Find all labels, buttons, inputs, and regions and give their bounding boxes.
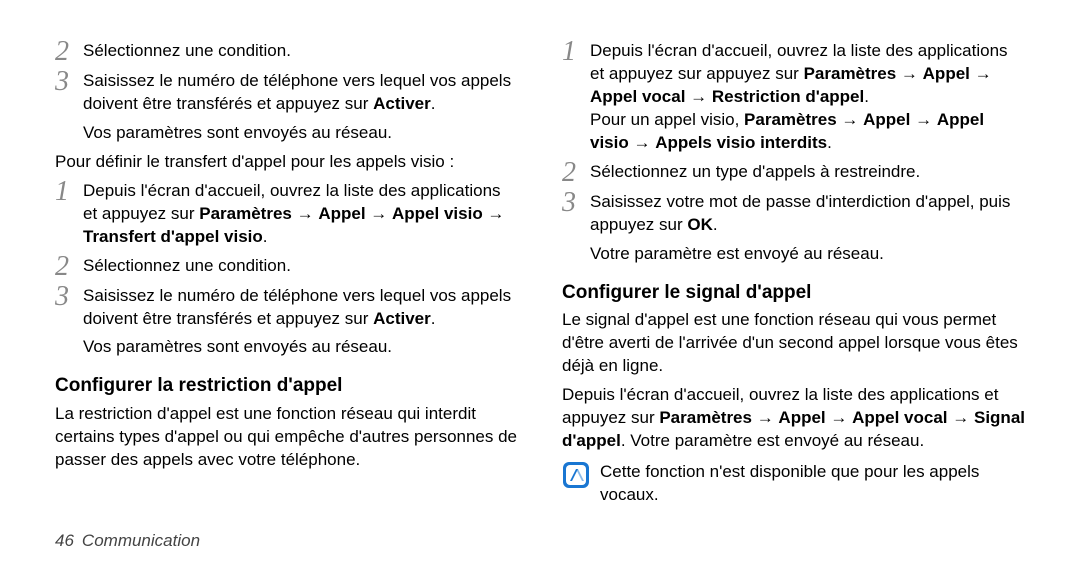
bold: Paramètres — [659, 408, 752, 427]
step-text: Sélectionnez un type d'appels à restrein… — [590, 161, 1025, 184]
paragraph: La restriction d'appel est une fonction … — [55, 403, 518, 472]
step-text: Sélectionnez une condition. — [83, 255, 518, 278]
bold: Appel — [923, 64, 970, 83]
step-text: Saisissez votre mot de passe d'interdict… — [590, 191, 1025, 237]
step-text: Depuis l'écran d'accueil, ouvrez la list… — [83, 180, 518, 249]
text: Pour un appel visio, — [590, 110, 744, 129]
arrow: → — [970, 64, 992, 83]
arrow: → — [629, 133, 655, 152]
step-number: 3 — [55, 285, 83, 309]
bold: Paramètres — [804, 64, 897, 83]
text: . — [864, 87, 869, 106]
bold: Restriction d'appel — [712, 87, 864, 106]
text: . — [827, 133, 832, 152]
step-number: 1 — [562, 40, 590, 64]
bold: Appel vocal — [590, 87, 685, 106]
text: . — [263, 227, 268, 246]
heading-restriction: Configurer la restriction d'appel — [55, 373, 518, 399]
heading-signal: Configurer le signal d'appel — [562, 280, 1025, 306]
bold: OK — [687, 215, 713, 234]
text: Saisissez le numéro de téléphone vers le… — [83, 286, 511, 328]
text: Saisissez le numéro de téléphone vers le… — [83, 71, 511, 113]
arrow: → — [752, 408, 778, 427]
step-number: 3 — [562, 191, 590, 215]
arrow: → — [948, 408, 974, 427]
arrow: → — [483, 204, 505, 223]
step-number: 2 — [55, 40, 83, 64]
footer: 46 Communication — [0, 530, 1080, 553]
page-number: 46 — [55, 530, 74, 553]
bold: Activer — [373, 94, 431, 113]
step-item: 2 Sélectionnez un type d'appels à restre… — [562, 161, 1025, 185]
arrow: → — [910, 110, 936, 129]
step-number: 1 — [55, 180, 83, 204]
step-result: Vos paramètres sont envoyés au réseau. — [83, 122, 518, 145]
text: . — [431, 309, 436, 328]
step-number: 2 — [562, 161, 590, 185]
step-item: 3 Saisissez le numéro de téléphone vers … — [55, 70, 518, 116]
step-text: Saisissez le numéro de téléphone vers le… — [83, 70, 518, 116]
step-item: 1 Depuis l'écran d'accueil, ouvrez la li… — [562, 40, 1025, 155]
text: . Votre paramètre est envoyé au réseau. — [621, 431, 924, 450]
step-result: Votre paramètre est envoyé au réseau. — [590, 243, 1025, 266]
step-text: Depuis l'écran d'accueil, ouvrez la list… — [590, 40, 1025, 155]
step-number: 2 — [55, 255, 83, 279]
bold: Transfert d'appel visio — [83, 227, 263, 246]
bold: Appel vocal — [852, 408, 947, 427]
section-name: Communication — [82, 530, 200, 553]
arrow: → — [366, 204, 392, 223]
bold: Appel — [863, 110, 910, 129]
left-column: 2 Sélectionnez une condition. 3 Saisisse… — [55, 40, 518, 520]
step-result: Vos paramètres sont envoyés au réseau. — [83, 336, 518, 359]
page-content: 2 Sélectionnez une condition. 3 Saisisse… — [0, 0, 1080, 530]
paragraph: Le signal d'appel est une fonction résea… — [562, 309, 1025, 378]
step-item: 1 Depuis l'écran d'accueil, ouvrez la li… — [55, 180, 518, 249]
text: . — [713, 215, 718, 234]
bold: Paramètres — [744, 110, 837, 129]
arrow: → — [685, 87, 711, 106]
step-number: 3 — [55, 70, 83, 94]
bold: Appels visio interdits — [655, 133, 827, 152]
bold: Activer — [373, 309, 431, 328]
bold: Paramètres — [199, 204, 292, 223]
step-text: Saisissez le numéro de téléphone vers le… — [83, 285, 518, 331]
text: . — [431, 94, 436, 113]
arrow: → — [837, 110, 863, 129]
note-icon — [562, 461, 590, 489]
step-item: 3 Saisissez le numéro de téléphone vers … — [55, 285, 518, 331]
paragraph: Pour définir le transfert d'appel pour l… — [55, 151, 518, 174]
bold: Appel — [318, 204, 365, 223]
note: Cette fonction n'est disponible que pour… — [562, 461, 1025, 507]
text: Saisissez votre mot de passe d'interdict… — [590, 192, 1010, 234]
arrow: → — [896, 64, 922, 83]
step-text: Sélectionnez une condition. — [83, 40, 518, 63]
step-item: 2 Sélectionnez une condition. — [55, 255, 518, 279]
note-text: Cette fonction n'est disponible que pour… — [600, 461, 1025, 507]
step-item: 2 Sélectionnez une condition. — [55, 40, 518, 64]
bold: Appel visio — [392, 204, 483, 223]
bold: Appel — [778, 408, 825, 427]
paragraph: Depuis l'écran d'accueil, ouvrez la list… — [562, 384, 1025, 453]
arrow: → — [826, 408, 852, 427]
arrow: → — [292, 204, 318, 223]
right-column: 1 Depuis l'écran d'accueil, ouvrez la li… — [562, 40, 1025, 520]
step-item: 3 Saisissez votre mot de passe d'interdi… — [562, 191, 1025, 237]
